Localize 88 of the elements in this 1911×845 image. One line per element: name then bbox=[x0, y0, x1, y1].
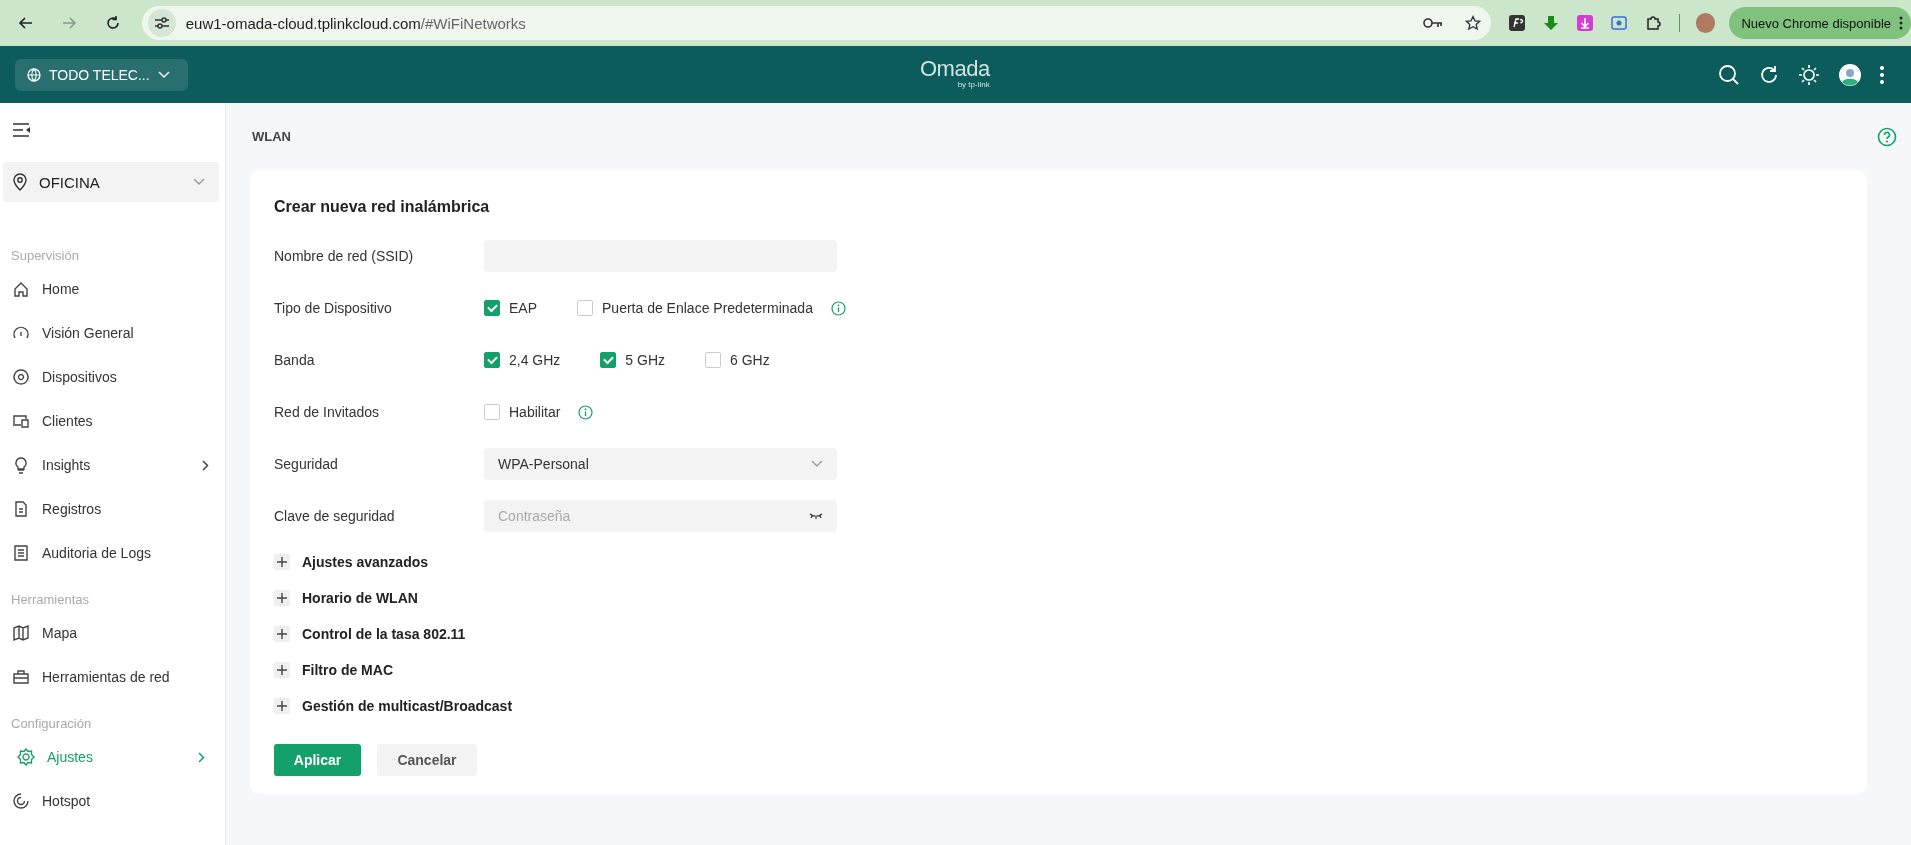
document-icon bbox=[12, 500, 30, 518]
section-title[interactable]: Horario de WLAN bbox=[302, 590, 418, 606]
section-heading: Supervisión bbox=[11, 248, 80, 263]
help-icon[interactable] bbox=[1877, 126, 1897, 147]
form-title: Crear nueva red inalámbrica bbox=[274, 198, 491, 216]
download-arrow-icon[interactable] bbox=[1542, 15, 1559, 31]
expand-toggle[interactable] bbox=[274, 662, 290, 678]
info-icon[interactable] bbox=[578, 404, 594, 420]
eye-closed-icon[interactable] bbox=[809, 512, 823, 520]
section-title[interactable]: Filtro de MAC bbox=[302, 662, 393, 678]
sidebar-item[interactable]: Clientes bbox=[3, 399, 219, 443]
url-text: euw1-omada-cloud.tplinkcloud.com/#WiFiNetworks bbox=[185, 14, 526, 32]
logo-subtitle: by tp-link bbox=[957, 80, 990, 89]
sidebar-item[interactable]: Mapa bbox=[3, 611, 219, 655]
extension-icon[interactable] bbox=[1508, 15, 1525, 31]
spiral-icon bbox=[12, 792, 30, 810]
page-title: WLAN bbox=[252, 129, 291, 144]
toolbox-icon bbox=[12, 668, 30, 686]
collapse-menu-icon[interactable] bbox=[13, 123, 31, 137]
sidebar-item[interactable]: Visión General bbox=[3, 311, 219, 355]
user-avatar-icon[interactable] bbox=[1839, 63, 1861, 86]
password-field[interactable]: Contraseña bbox=[484, 500, 837, 532]
checkbox[interactable] bbox=[484, 404, 500, 420]
key-icon[interactable] bbox=[1422, 17, 1443, 29]
kebab-menu-icon[interactable] bbox=[1895, 7, 1911, 39]
chevron-down-icon bbox=[157, 70, 170, 79]
update-button[interactable]: Nuevo Chrome disponible bbox=[1729, 7, 1895, 39]
section-heading: Herramientas bbox=[11, 592, 91, 607]
sidebar-item[interactable]: Registros bbox=[3, 487, 219, 531]
field-label: Nombre de red (SSID) bbox=[274, 248, 415, 264]
sun-icon[interactable] bbox=[1798, 63, 1820, 86]
globe-icon bbox=[27, 67, 41, 82]
field-label: Seguridad bbox=[274, 456, 339, 472]
home-icon bbox=[12, 280, 30, 298]
field-label: Red de Invitados bbox=[274, 404, 381, 420]
info-icon[interactable] bbox=[830, 300, 846, 316]
puzzle-icon[interactable] bbox=[1644, 15, 1661, 31]
refresh-icon[interactable] bbox=[1759, 64, 1779, 85]
chevron-down-icon bbox=[193, 178, 205, 186]
security-dropdown[interactable]: WPA-Personal bbox=[484, 448, 837, 480]
sidebar-item[interactable]: Insights bbox=[3, 443, 219, 487]
screen-record-icon[interactable] bbox=[1610, 16, 1627, 30]
expand-toggle[interactable] bbox=[274, 698, 290, 714]
sidebar-item[interactable]: Home bbox=[3, 267, 219, 311]
field-label: Banda bbox=[274, 352, 316, 368]
sidebar-item[interactable]: Dispositivos bbox=[3, 355, 219, 399]
expand-toggle[interactable] bbox=[274, 554, 290, 570]
address-bar[interactable]: euw1-omada-cloud.tplinkcloud.com/#WiFiNetworks bbox=[141, 6, 1491, 40]
checkbox-option[interactable]: 6 GHz bbox=[705, 352, 770, 368]
map-icon bbox=[12, 624, 30, 642]
site-settings-icon[interactable] bbox=[147, 9, 176, 37]
checkbox-option[interactable]: EAP bbox=[484, 300, 537, 316]
field-label: Clave de seguridad bbox=[274, 508, 396, 524]
checkbox-option[interactable]: Habilitar bbox=[484, 404, 561, 420]
checkbox[interactable] bbox=[484, 300, 500, 316]
sidebar-item[interactable]: Herramientas de red bbox=[3, 655, 219, 699]
target-icon bbox=[12, 368, 30, 386]
expand-toggle[interactable] bbox=[274, 590, 290, 606]
checkbox[interactable] bbox=[705, 352, 722, 368]
expand-toggle[interactable] bbox=[274, 626, 290, 642]
checkbox-option[interactable]: 5 GHz bbox=[600, 352, 666, 368]
search-icon[interactable] bbox=[1718, 63, 1740, 86]
star-icon[interactable] bbox=[1464, 15, 1481, 31]
sidebar-item[interactable]: Hotspot bbox=[3, 779, 219, 823]
gear-icon bbox=[17, 748, 35, 766]
checkbox-option[interactable]: 2,4 GHz bbox=[484, 352, 561, 368]
section-title[interactable]: Gestión de multicast/Broadcast bbox=[302, 698, 513, 714]
list-icon bbox=[12, 544, 30, 562]
location-pin-icon bbox=[13, 173, 27, 191]
profile-avatar[interactable] bbox=[1695, 13, 1716, 33]
section-title[interactable]: Ajustes avanzados bbox=[302, 554, 429, 570]
checkbox[interactable] bbox=[484, 352, 500, 368]
checkbox[interactable] bbox=[600, 352, 617, 368]
section-title[interactable]: Control de la tasa 802.11 bbox=[302, 626, 466, 642]
devices-icon bbox=[12, 412, 30, 430]
cancel-button[interactable]: Cancelar bbox=[377, 744, 477, 776]
checkbox-option[interactable]: Puerta de Enlace Predeterminada bbox=[577, 300, 813, 316]
kebab-menu-icon[interactable] bbox=[1880, 65, 1884, 84]
chevron-down-icon bbox=[811, 460, 823, 468]
site-selector[interactable]: OFICINA bbox=[3, 162, 219, 202]
checkbox[interactable] bbox=[577, 300, 593, 316]
lightbulb-icon bbox=[12, 456, 30, 474]
download-icon[interactable] bbox=[1576, 15, 1593, 31]
field-label: Tipo de Dispositivo bbox=[274, 300, 393, 316]
sidebar-item[interactable]: Auditoria de Logs bbox=[3, 531, 219, 575]
section-heading: Configuración bbox=[11, 716, 93, 731]
logo-text: Omada bbox=[920, 56, 990, 82]
organization-selector[interactable]: TODO TELEC... bbox=[15, 58, 188, 91]
